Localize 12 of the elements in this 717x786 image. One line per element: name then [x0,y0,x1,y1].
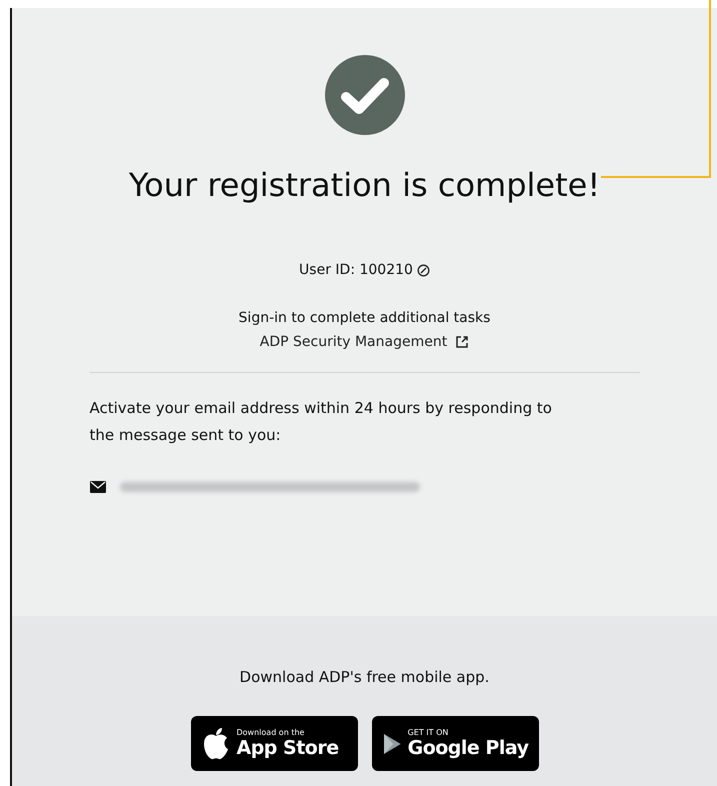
google-play-badge[interactable]: GET IT ON Google Play [372,716,538,771]
page-title: Your registration is complete! [128,166,600,204]
envelope-icon [90,481,106,493]
external-link-icon [455,335,470,349]
copy-icon[interactable] [416,264,430,276]
app-store-badge[interactable]: Download on the App Store [190,716,358,771]
security-management-link[interactable]: ADP Security Management [260,334,448,350]
download-text: Download ADP's free mobile app. [240,668,490,686]
sign-in-text: Sign-in to complete additional tasks [238,310,490,326]
check-circle-icon [324,54,406,136]
user-id-text: User ID: 100210 [299,262,413,278]
activation-text: Activate your email address within 24 hours by responding to the message sent to you: [90,398,553,446]
